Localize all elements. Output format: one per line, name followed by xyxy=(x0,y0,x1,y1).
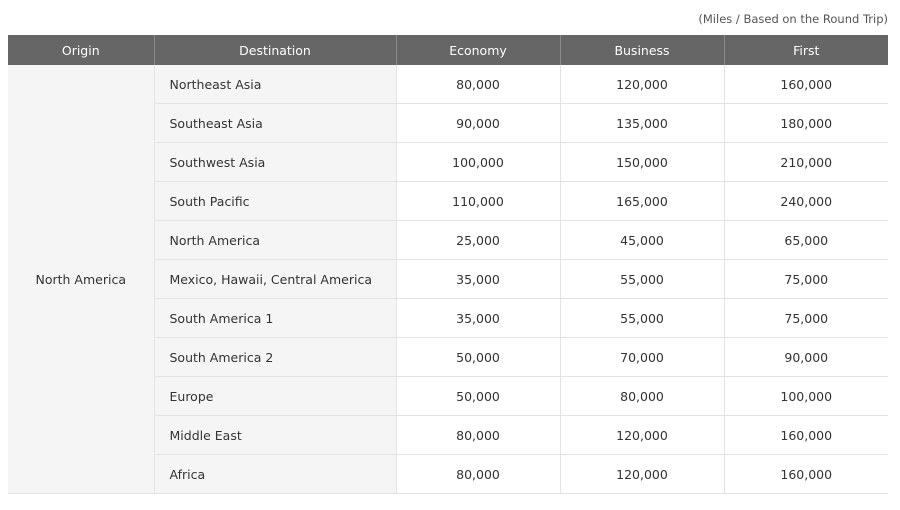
cell-origin: North America xyxy=(8,65,154,494)
cell-business: 45,000 xyxy=(559,220,724,260)
cell-destination: Europe xyxy=(153,376,396,416)
cell-first: 160,000 xyxy=(723,65,888,104)
cell-destination: Middle East xyxy=(153,415,396,455)
cell-economy: 50,000 xyxy=(395,376,560,416)
cell-first: 160,000 xyxy=(723,454,888,494)
table-body: North America Northeast Asia 80,000 120,000… xyxy=(8,65,888,494)
cell-economy: 90,000 xyxy=(395,103,560,143)
header-first: First xyxy=(723,35,888,65)
cell-economy: 80,000 xyxy=(395,454,560,494)
cell-first: 100,000 xyxy=(723,376,888,416)
cell-first: 180,000 xyxy=(723,103,888,143)
cell-destination: Southwest Asia xyxy=(153,142,396,182)
header-destination: Destination xyxy=(153,35,396,65)
cell-business: 55,000 xyxy=(559,259,724,299)
cell-economy: 50,000 xyxy=(395,337,560,377)
cell-business: 55,000 xyxy=(559,298,724,338)
cell-first: 210,000 xyxy=(723,142,888,182)
cell-first: 75,000 xyxy=(723,298,888,338)
cell-economy: 35,000 xyxy=(395,259,560,299)
award-chart: (Miles / Based on the Round Trip) Origin… xyxy=(0,0,900,510)
cell-destination: Southeast Asia xyxy=(153,103,396,143)
cell-business: 120,000 xyxy=(559,454,724,494)
cell-business: 135,000 xyxy=(559,103,724,143)
cell-first: 90,000 xyxy=(723,337,888,377)
cell-economy: 80,000 xyxy=(395,415,560,455)
units-note: (Miles / Based on the Round Trip) xyxy=(698,12,888,26)
cell-economy: 100,000 xyxy=(395,142,560,182)
table-header-row: Origin Destination Economy Business Firs… xyxy=(8,35,888,65)
cell-destination: North America xyxy=(153,220,396,260)
cell-business: 150,000 xyxy=(559,142,724,182)
cell-destination: South America 2 xyxy=(153,337,396,377)
header-origin: Origin xyxy=(8,35,154,65)
cell-first: 240,000 xyxy=(723,181,888,221)
cell-first: 65,000 xyxy=(723,220,888,260)
cell-destination: Northeast Asia xyxy=(153,65,396,104)
cell-destination: Mexico, Hawaii, Central America xyxy=(153,259,396,299)
cell-economy: 35,000 xyxy=(395,298,560,338)
cell-economy: 110,000 xyxy=(395,181,560,221)
cell-business: 120,000 xyxy=(559,65,724,104)
cell-business: 80,000 xyxy=(559,376,724,416)
cell-destination: South Pacific xyxy=(153,181,396,221)
mileage-table: Origin Destination Economy Business Firs… xyxy=(8,35,888,494)
header-economy: Economy xyxy=(395,35,560,65)
cell-business: 120,000 xyxy=(559,415,724,455)
cell-economy: 80,000 xyxy=(395,65,560,104)
header-business: Business xyxy=(559,35,724,65)
table-row: North America Northeast Asia 80,000 120,000… xyxy=(8,65,888,494)
cell-business: 70,000 xyxy=(559,337,724,377)
cell-destination: South America 1 xyxy=(153,298,396,338)
cell-destination: Africa xyxy=(153,454,396,494)
cell-business: 165,000 xyxy=(559,181,724,221)
cell-first: 160,000 xyxy=(723,415,888,455)
cell-first: 75,000 xyxy=(723,259,888,299)
cell-economy: 25,000 xyxy=(395,220,560,260)
